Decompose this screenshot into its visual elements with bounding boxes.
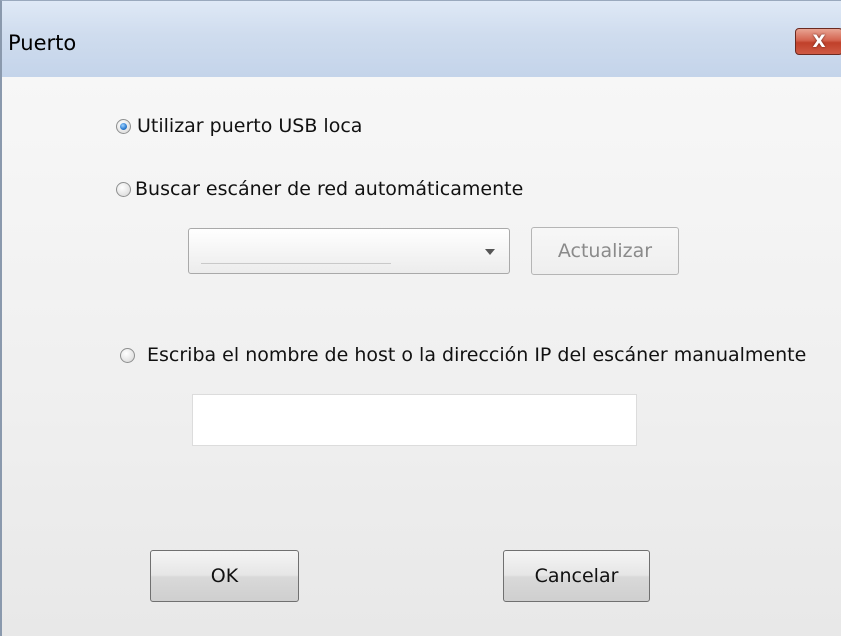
title-bar: Puerto X: [2, 1, 841, 77]
host-ip-input[interactable]: [192, 394, 637, 446]
radio-auto-network-label: Buscar escáner de red automáticamente: [135, 178, 524, 200]
chevron-down-icon[interactable]: [485, 249, 495, 255]
radio-auto-network-icon[interactable]: [116, 181, 131, 197]
refresh-button[interactable]: Actualizar: [531, 227, 679, 275]
radio-option-manual[interactable]: Escriba el nombre de host o la dirección…: [120, 344, 806, 366]
radio-manual-icon[interactable]: [120, 347, 135, 363]
cancel-button[interactable]: Cancelar: [503, 550, 650, 602]
window-title: Puerto: [8, 31, 77, 55]
close-button[interactable]: X: [795, 28, 841, 55]
radio-option-auto-network[interactable]: Buscar escáner de red automáticamente: [116, 178, 523, 200]
port-dialog: Puerto X Utilizar puerto USB loca Buscar…: [0, 0, 841, 636]
radio-option-usb[interactable]: Utilizar puerto USB loca: [116, 115, 362, 137]
radio-manual-label: Escriba el nombre de host o la dirección…: [147, 344, 807, 366]
dropdown-text-area: [201, 263, 391, 264]
radio-usb-icon[interactable]: [116, 118, 131, 134]
close-icon: X: [812, 31, 826, 52]
ok-button[interactable]: OK: [150, 550, 299, 602]
scanner-dropdown[interactable]: [188, 228, 510, 274]
radio-usb-label: Utilizar puerto USB loca: [137, 115, 363, 137]
